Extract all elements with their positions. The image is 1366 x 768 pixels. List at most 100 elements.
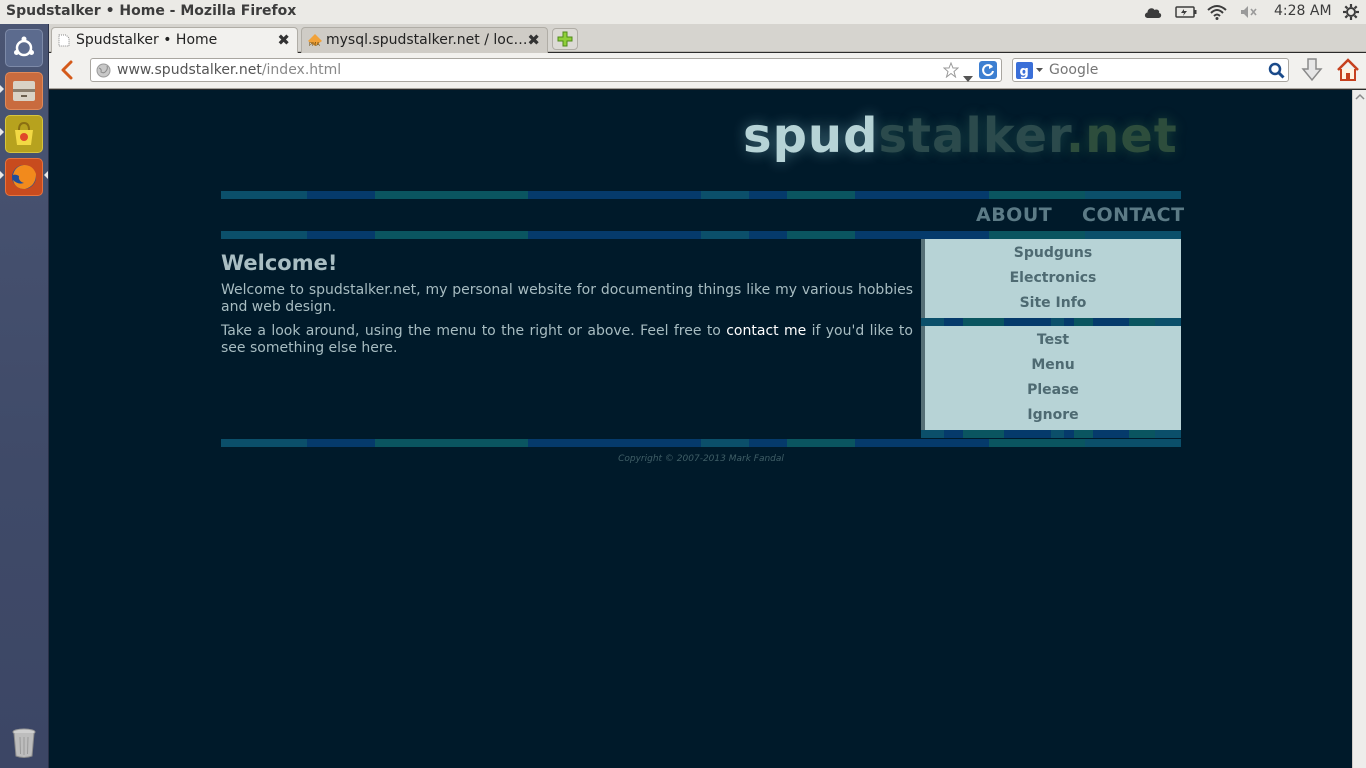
history-dropdown-icon[interactable] [963, 67, 973, 86]
battery-icon[interactable] [1174, 2, 1198, 22]
sidebar-item-site-info[interactable]: Site Info [925, 291, 1181, 316]
logo-part-stalker: stalker [878, 108, 1066, 164]
welcome-heading: Welcome! [221, 251, 338, 275]
url-bar[interactable]: www.spudstalker.net/index.html [90, 58, 1002, 82]
stripe-segment [1035, 430, 1051, 438]
footer-stripe [221, 439, 1181, 447]
url-text[interactable]: www.spudstalker.net/index.html [117, 62, 341, 78]
stripe-segment [221, 439, 308, 447]
sidebar-group-test: Test Menu Please Ignore [921, 326, 1181, 430]
sidebar-item-please[interactable]: Please [925, 378, 1181, 403]
search-icon[interactable] [1268, 62, 1285, 83]
downloads-icon[interactable] [1301, 58, 1323, 86]
second-paragraph: Take a look around, using the menu to th… [221, 323, 913, 357]
stripe-segment [528, 191, 644, 199]
sidebar-item-ignore[interactable]: Ignore [925, 403, 1181, 428]
url-path: /index.html [261, 62, 342, 78]
stripe-segment [931, 439, 989, 447]
firefox-icon[interactable] [5, 158, 43, 196]
tab-label: Spudstalker • Home [76, 32, 218, 48]
stripe-segment [989, 439, 1085, 447]
stripe-segment [854, 439, 932, 447]
stripe-segment [701, 231, 749, 239]
stripe-segment [1129, 430, 1155, 438]
stripe-segment [374, 191, 433, 199]
home-icon[interactable] [1336, 58, 1360, 86]
sidebar-stripe-bottom [921, 430, 1181, 438]
intro-paragraph: Welcome to spudstalker.net, my personal … [221, 282, 913, 315]
sidebar-item-test[interactable]: Test [925, 328, 1181, 353]
clock[interactable]: 4:28 AM [1274, 3, 1332, 19]
contact-me-link[interactable]: contact me [726, 323, 806, 339]
stripe-segment [643, 191, 701, 199]
stripe-segment [1155, 430, 1181, 438]
navigation-bar: www.spudstalker.net/index.html g [49, 53, 1366, 89]
stripe-segment [787, 439, 855, 447]
bookmark-star-icon[interactable] [942, 61, 960, 82]
tab-close-icon[interactable]: ✖ [277, 31, 290, 49]
stripe-segment [221, 231, 308, 239]
site-logo[interactable]: spudstalker.net [743, 108, 1178, 164]
software-center-icon[interactable] [5, 115, 43, 153]
logo-part-net: .net [1065, 108, 1178, 164]
sidebar-group-main: Spudguns Electronics Site Info [921, 239, 1181, 318]
search-input[interactable] [1049, 62, 1249, 78]
stripe-segment [432, 231, 529, 239]
stripe-segment [978, 318, 1005, 326]
stripe-segment [854, 231, 932, 239]
copyright-text: Copyright © 2007-2013 Mark Fandal [618, 454, 784, 464]
running-indicator [0, 171, 4, 179]
page-favicon-icon [58, 34, 70, 47]
search-bar[interactable]: g [1012, 58, 1289, 82]
tab-bar: Spudstalker • Home ✖ PMA mysql.spudstalk… [49, 24, 1366, 53]
focused-indicator [44, 171, 48, 179]
tab-label: mysql.spudstalker.net / loc… [326, 32, 526, 48]
stripe-segment [432, 439, 529, 447]
stripe-segment [931, 231, 989, 239]
para-text: Take a look around, using the menu to th… [221, 323, 727, 339]
reload-icon[interactable] [979, 61, 997, 83]
gear-icon[interactable] [1340, 2, 1362, 22]
stripe-segment [307, 191, 375, 199]
volume-muted-icon[interactable] [1238, 2, 1260, 22]
stripe-segment [944, 430, 963, 438]
dash-home-icon[interactable] [5, 29, 43, 67]
stripe-segment [749, 231, 788, 239]
tab-mysql[interactable]: PMA mysql.spudstalker.net / loc… ✖ [301, 27, 548, 53]
stripe-segment [1074, 430, 1093, 438]
trash-icon[interactable] [5, 724, 43, 762]
header-stripe-top [221, 191, 1181, 199]
sidebar-stripe [921, 318, 1181, 326]
stripe-segment [978, 430, 1005, 438]
cloud-icon[interactable] [1142, 2, 1164, 22]
launcher [0, 24, 49, 768]
tab-spudstalker-home[interactable]: Spudstalker • Home ✖ [51, 27, 298, 53]
stripe-segment [307, 439, 375, 447]
stripe-segment [432, 191, 529, 199]
google-engine-icon[interactable]: g [1016, 62, 1044, 83]
sidebar-item-menu[interactable]: Menu [925, 353, 1181, 378]
stripe-segment [1004, 430, 1036, 438]
wifi-icon[interactable] [1205, 2, 1229, 22]
nav-link-about[interactable]: ABOUT [976, 204, 1052, 226]
files-icon[interactable] [5, 72, 43, 110]
stripe-segment [1085, 231, 1181, 239]
scroll-up-icon [1355, 93, 1365, 100]
stripe-segment [989, 191, 1085, 199]
nav-link-contact[interactable]: CONTACT [1082, 204, 1185, 226]
globe-icon [96, 63, 111, 82]
sidebar-item-spudguns[interactable]: Spudguns [925, 241, 1181, 266]
stripe-segment [374, 439, 433, 447]
stripe-segment [307, 231, 375, 239]
back-button[interactable] [57, 59, 77, 81]
stripe-segment [1092, 318, 1114, 326]
vertical-scrollbar[interactable] [1352, 90, 1366, 768]
new-tab-button[interactable] [552, 28, 578, 50]
stripe-segment [1051, 318, 1064, 326]
stripe-segment [962, 430, 979, 438]
tab-close-icon[interactable]: ✖ [527, 31, 540, 49]
url-host: www.spudstalker.net [117, 62, 262, 78]
sidebar-menu: Spudguns Electronics Site Info Test Menu… [921, 239, 1181, 438]
sidebar-item-electronics[interactable]: Electronics [925, 266, 1181, 291]
stripe-segment [944, 318, 963, 326]
